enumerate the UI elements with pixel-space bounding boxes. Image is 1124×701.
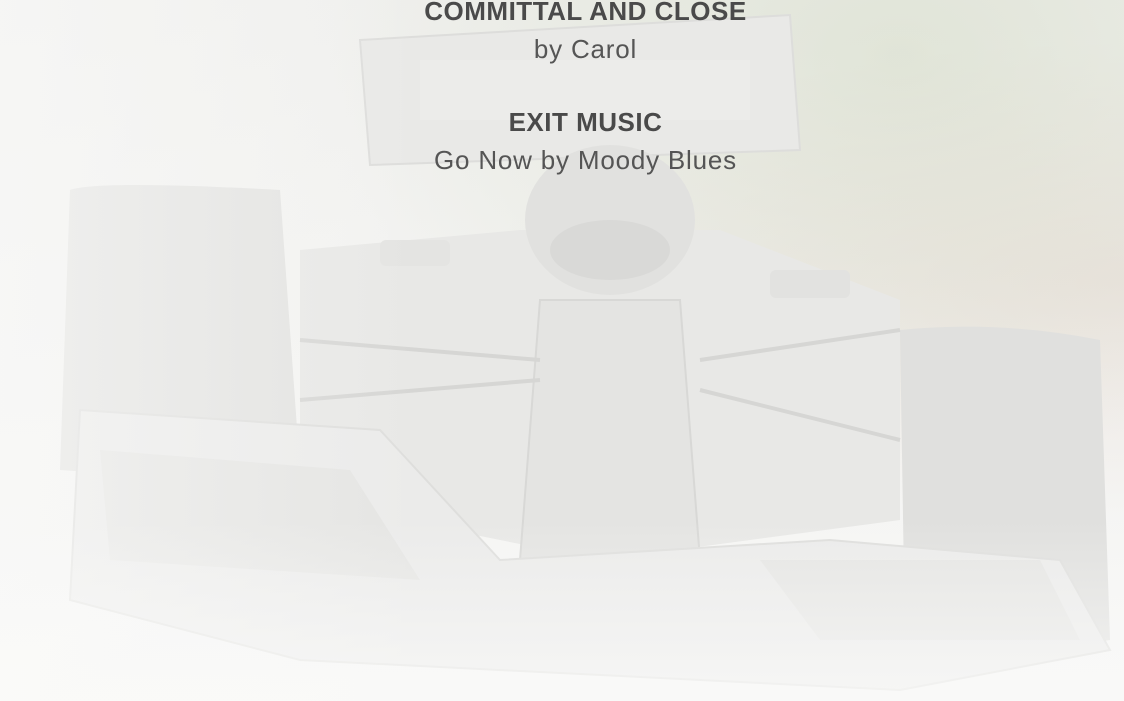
exit-music-section: EXIT MUSIC Go Now by Moody Blues bbox=[0, 102, 1124, 178]
program-text: COMMITTAL AND CLOSE by Carol EXIT MUSIC … bbox=[0, 0, 1124, 178]
exit-music-title: EXIT MUSIC bbox=[508, 107, 663, 137]
committal-title: COMMITTAL AND CLOSE bbox=[424, 0, 747, 26]
committal-detail: by Carol bbox=[533, 34, 638, 64]
image-fade-bottom bbox=[0, 520, 1124, 701]
committal-section: COMMITTAL AND CLOSE by Carol bbox=[0, 0, 1124, 67]
program-page: COMMITTAL AND CLOSE by Carol EXIT MUSIC … bbox=[0, 0, 1124, 701]
exit-music-detail: Go Now by Moody Blues bbox=[434, 145, 737, 175]
